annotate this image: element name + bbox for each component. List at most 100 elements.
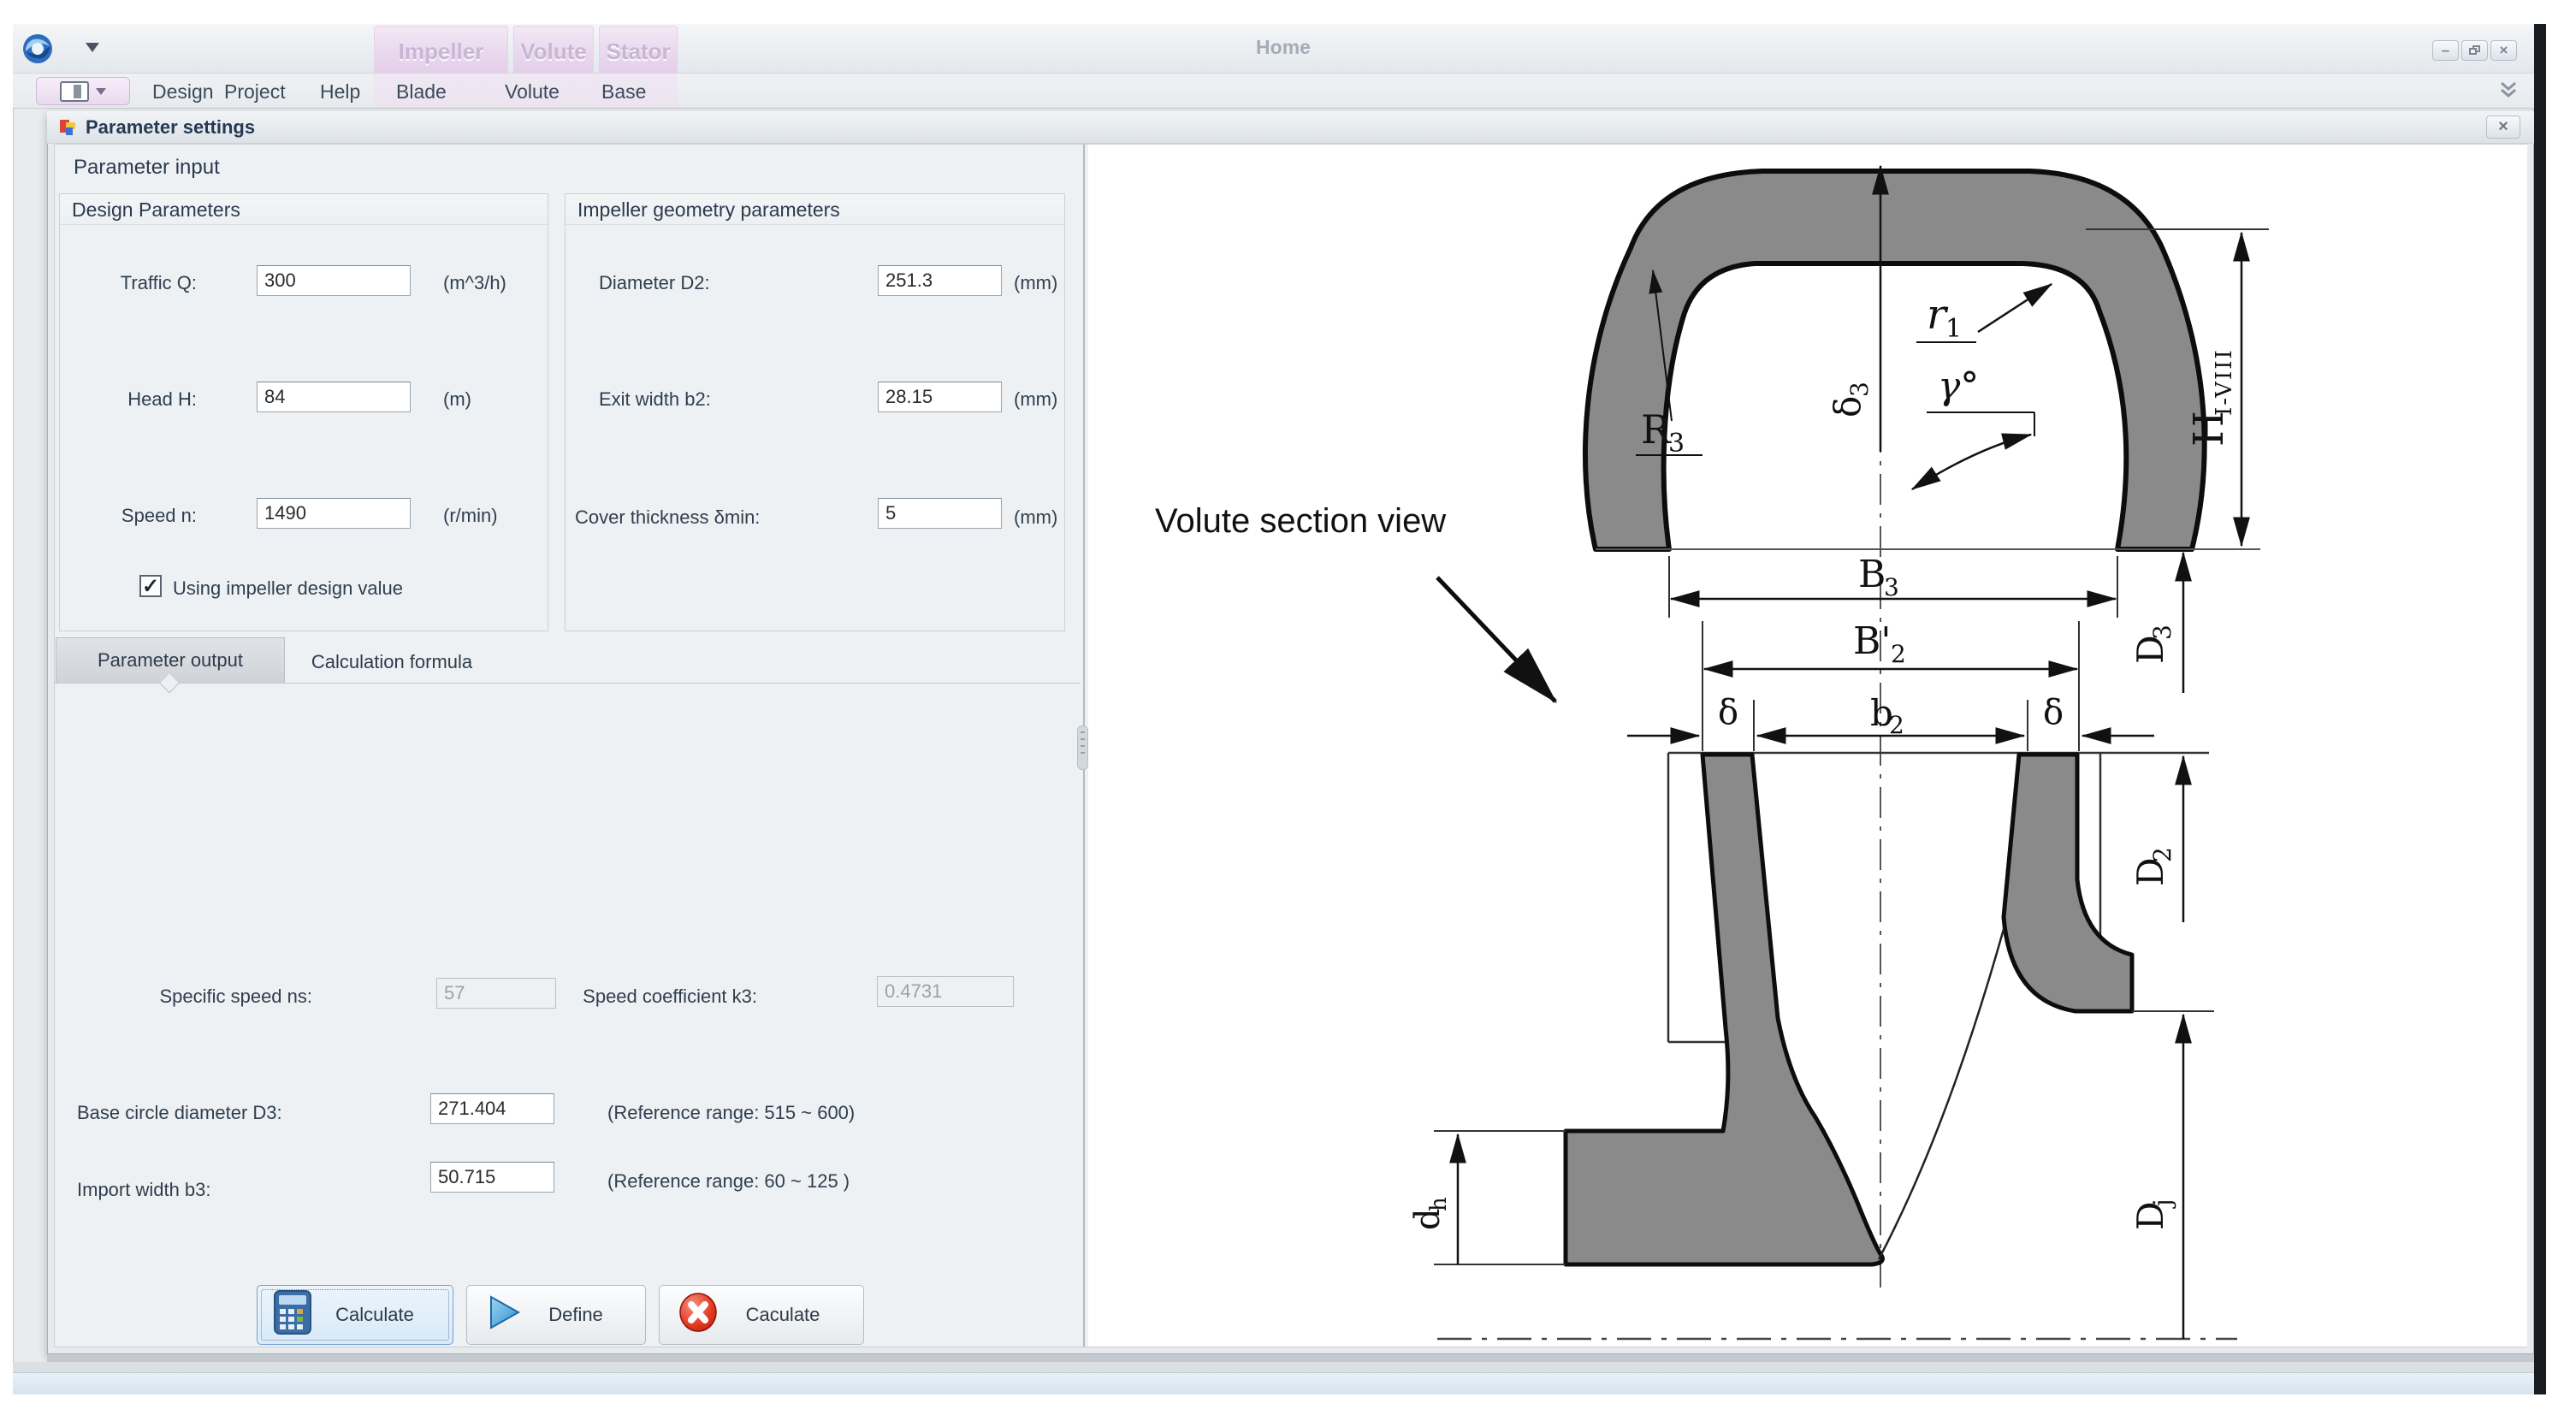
caculate-button[interactable]: Caculate (659, 1285, 864, 1345)
app-menu-button[interactable] (36, 77, 130, 105)
dh-label: d h (1408, 1197, 1452, 1230)
import-width-b3-input[interactable] (430, 1162, 554, 1193)
svg-text:δ: δ (1827, 396, 1868, 417)
specific-speed-input (436, 978, 556, 1009)
status-strip (13, 1372, 2534, 1394)
r1-label: r 1 (1927, 291, 1962, 344)
dialog-title: Parameter settings (86, 116, 255, 139)
hub-shape (1566, 755, 1882, 1264)
quick-access-caret-icon[interactable] (86, 43, 99, 52)
menu-item-base[interactable]: Base (601, 80, 646, 104)
svg-text:B: B (1858, 553, 1886, 596)
restore-button[interactable] (2461, 40, 2488, 61)
svg-text:h: h (1426, 1197, 1452, 1211)
design-parameters-group: Design Parameters (59, 193, 548, 631)
d2-label: D 2 (2129, 847, 2176, 886)
speed-n-label: Speed n: (68, 505, 197, 527)
close-window-button[interactable]: × (2490, 40, 2517, 61)
app-logo-icon[interactable] (21, 33, 54, 69)
svg-text:3: 3 (1845, 382, 1874, 397)
define-button[interactable]: Define (466, 1285, 646, 1345)
cover-thickness-unit: (mm) (1014, 506, 1057, 529)
import-width-b3-note: (Reference range: 60 ~ 125 ) (607, 1170, 850, 1193)
ribbon-tab-stator[interactable]: Stator (599, 26, 678, 74)
dialog-titlebar (47, 111, 2534, 144)
menu-item-blade[interactable]: Blade (396, 80, 447, 104)
base-circle-d3-note: (Reference range: 515 ~ 600) (607, 1102, 855, 1124)
head-h-input[interactable] (257, 382, 411, 412)
svg-text:2: 2 (2148, 847, 2176, 862)
traffic-q-input[interactable] (257, 265, 411, 296)
minimize-button[interactable]: – (2432, 40, 2459, 61)
base-circle-d3-label: Base circle diameter D3: (77, 1102, 282, 1124)
head-h-label: Head H: (68, 388, 197, 411)
b2p-label: B' 2 (1853, 619, 1906, 668)
dj-label: D j (2129, 1199, 2176, 1230)
specific-speed-label: Specific speed ns: (124, 986, 312, 1008)
ribbon-expand-icon[interactable] (2496, 80, 2520, 104)
ribbon-tab-volute[interactable]: Volute (513, 26, 594, 74)
focus-ring (261, 1289, 449, 1341)
play-icon (488, 1294, 522, 1336)
annotation-arrow (1437, 577, 1555, 702)
use-impeller-design-checkbox[interactable]: ✓ (139, 575, 162, 597)
delta-right-label: δ (2043, 693, 2064, 732)
impeller-geometry-title: Impeller geometry parameters (566, 194, 1064, 225)
cover-thickness-input[interactable] (878, 498, 1002, 529)
menu-item-design[interactable]: Design (152, 80, 214, 104)
screen: Impeller Volute Stator Home – × Design P… (0, 0, 2576, 1415)
define-button-label: Define (522, 1304, 645, 1326)
calculate-button[interactable]: Calculate (257, 1285, 453, 1345)
svg-text:R: R (1641, 406, 1672, 453)
ribbon-tab-impeller[interactable]: Impeller (374, 26, 508, 74)
speed-n-unit: (r/min) (443, 505, 498, 527)
cover-thickness-label: Cover thickness δmin: (575, 506, 760, 529)
volute-section-diagram: Volute section view δ 3 R 3 r 1 γ° (1104, 145, 2531, 1347)
head-h-unit: (m) (443, 388, 471, 411)
dialog-bottom-edge (47, 1354, 2534, 1362)
b2-label: b 2 (1870, 692, 1904, 739)
design-parameters-title: Design Parameters (60, 194, 548, 225)
diameter-d2-input[interactable] (878, 265, 1002, 296)
svg-text:3: 3 (1668, 429, 1685, 459)
menu-item-volute[interactable]: Volute (505, 80, 560, 104)
use-impeller-design-label: Using impeller design value (173, 577, 403, 600)
exit-width-b2-label: Exit width b2: (599, 388, 711, 411)
diameter-d2-label: Diameter D2: (599, 272, 710, 294)
window-right-edge (2534, 24, 2546, 1394)
import-width-b3-label: Import width b3: (77, 1179, 211, 1201)
traffic-q-label: Traffic Q: (68, 272, 197, 294)
gamma-label: γ° (1938, 364, 1979, 408)
blade-curve (1879, 929, 2004, 1259)
splitter-grip[interactable] (1077, 725, 1088, 770)
menu-item-project[interactable]: Project (224, 80, 286, 104)
svg-text:1: 1 (1945, 314, 1962, 344)
svg-text:I-VIII: I-VIII (2212, 348, 2237, 416)
volute-shell-shape (1585, 171, 2205, 549)
home-tab-label: Home (1232, 36, 1335, 59)
parameter-input-heading: Parameter input (74, 156, 220, 180)
r1-leader (1978, 284, 2052, 332)
exit-width-b2-unit: (mm) (1014, 388, 1057, 411)
impeller-geometry-group: Impeller geometry parameters (565, 193, 1065, 631)
r3-label: R 3 (1641, 406, 1685, 459)
base-circle-d3-input[interactable] (430, 1093, 554, 1124)
diagram-annotation: Volute section view (1155, 502, 1446, 540)
exit-width-b2-input[interactable] (878, 382, 1002, 412)
delta-left-label: δ (1718, 693, 1738, 732)
svg-text:3: 3 (1884, 573, 1899, 601)
cancel-icon (678, 1292, 718, 1338)
tab-calculation-formula[interactable]: Calculation formula (293, 642, 490, 683)
menu-item-help[interactable]: Help (320, 80, 360, 104)
checkmark-icon: ✓ (142, 575, 159, 598)
restore-icon (2469, 45, 2481, 56)
chevron-down-icon (96, 88, 106, 95)
svg-text:B': B' (1853, 619, 1891, 663)
tabstrip-line (54, 683, 1081, 684)
diameter-d2-unit: (mm) (1014, 272, 1057, 294)
panel-icon (60, 81, 89, 102)
speed-n-input[interactable] (257, 498, 411, 529)
d3-label: D 3 (2129, 625, 2176, 664)
window-bottom-strip (13, 1362, 2534, 1372)
dialog-close-button[interactable]: × (2486, 115, 2520, 139)
